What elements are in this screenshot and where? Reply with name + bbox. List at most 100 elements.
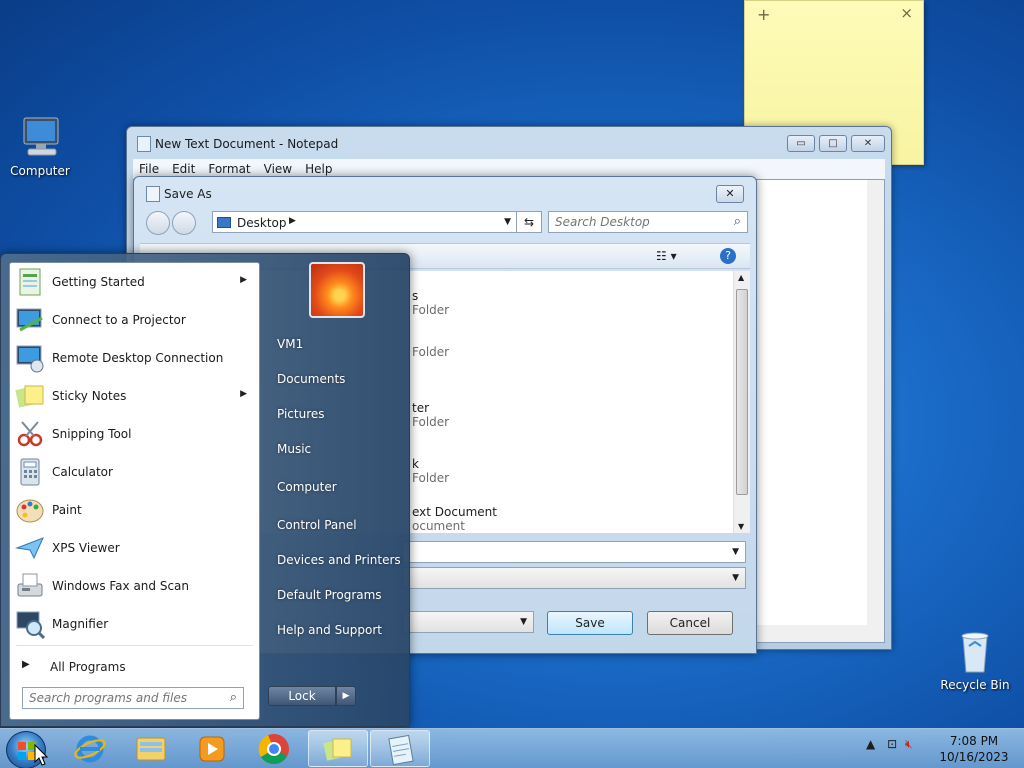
view-options-icon[interactable]: ☷ ▾	[656, 249, 677, 263]
start-search-input[interactable]	[29, 691, 219, 705]
desktop-icon-recycle-bin[interactable]: Recycle Bin	[935, 630, 1015, 692]
program-remote-desktop[interactable]: Remote Desktop Connection	[10, 340, 259, 376]
notepad-title: New Text Document - Notepad	[155, 137, 339, 151]
file-list-scrollbar[interactable]: ▲ ▼	[733, 271, 750, 533]
show-hidden-icons-button[interactable]: ▲	[866, 737, 875, 751]
clock-date: 10/16/2023	[939, 750, 1009, 764]
chrome-icon	[258, 734, 289, 765]
chevron-down-icon[interactable]: ▼	[732, 547, 739, 557]
program-magnifier[interactable]: Magnifier	[10, 606, 259, 642]
taskbar-internet-explorer[interactable]	[60, 730, 120, 767]
program-paint[interactable]: Paint	[10, 492, 259, 528]
link-documents[interactable]: Documents	[277, 372, 345, 386]
program-fax-scan[interactable]: Windows Fax and Scan	[10, 568, 259, 604]
close-button[interactable]: ✕	[851, 135, 885, 152]
search-icon[interactable]: ⌕	[734, 214, 741, 229]
notepad-titlebar[interactable]: New Text Document - Notepad ▭ □ ✕	[127, 127, 891, 159]
save-as-type-select[interactable]: ▼	[402, 567, 746, 589]
link-pictures[interactable]: Pictures	[277, 407, 325, 421]
add-note-button[interactable]: +	[757, 5, 770, 24]
network-icon[interactable]: ⊡	[887, 737, 897, 751]
link-help-support[interactable]: Help and Support	[277, 623, 382, 637]
list-item[interactable]: s Folder	[412, 289, 449, 317]
list-item[interactable]: ext Document ocument	[412, 505, 497, 533]
minimize-button[interactable]: ▭	[787, 135, 815, 152]
taskbar-sticky-notes[interactable]	[308, 730, 368, 767]
search-icon[interactable]: ⌕	[230, 690, 237, 705]
program-calculator[interactable]: Calculator	[10, 454, 259, 490]
remote-desktop-icon	[14, 342, 46, 374]
desktop-icon-label: Recycle Bin	[940, 678, 1010, 692]
taskbar-notepad[interactable]	[370, 730, 430, 767]
lock-button[interactable]: Lock	[268, 686, 336, 706]
recycle-bin-icon	[951, 630, 999, 674]
program-snipping-tool[interactable]: Snipping Tool	[10, 416, 259, 452]
list-item[interactable]: k Folder	[412, 457, 449, 485]
paint-palette-icon	[14, 494, 46, 526]
desktop-icon-label: Computer	[10, 164, 70, 178]
taskbar-file-explorer[interactable]	[121, 730, 181, 767]
forward-button[interactable]	[172, 211, 196, 235]
sticky-notes-icon	[14, 380, 46, 412]
start-search-box[interactable]: ⌕	[22, 687, 244, 709]
vertical-scrollbar[interactable]	[867, 180, 884, 625]
scrollbar-thumb[interactable]	[736, 289, 748, 495]
all-programs-button[interactable]: ▶ All Programs	[10, 651, 259, 681]
address-bar[interactable]: Desktop ▶ ▼	[212, 211, 542, 233]
taskbar-clock[interactable]: 7:08 PM 10/16/2023	[936, 733, 1012, 765]
back-button[interactable]	[146, 211, 170, 235]
menu-format[interactable]: Format	[202, 159, 257, 176]
program-xps-viewer[interactable]: XPS Viewer	[10, 530, 259, 566]
chevron-down-icon[interactable]: ▼	[504, 217, 511, 227]
search-box[interactable]: ⌕	[548, 211, 748, 233]
encoding-select[interactable]: ▼	[402, 611, 534, 633]
list-item[interactable]: Folder	[412, 345, 449, 359]
taskbar-media-player[interactable]	[182, 730, 242, 767]
menu-edit[interactable]: Edit	[166, 159, 202, 176]
menu-help[interactable]: Help	[299, 159, 339, 176]
program-getting-started[interactable]: Getting Started ▶	[10, 264, 259, 300]
save-as-close-button[interactable]: ✕	[716, 185, 744, 203]
desktop-icon-computer[interactable]: Computer	[0, 116, 80, 178]
file-name-field[interactable]: ▼	[402, 541, 746, 563]
maximize-button[interactable]: □	[819, 135, 847, 152]
save-as-title: Save As	[164, 187, 212, 201]
start-menu: Getting Started ▶ Connect to a Projector …	[0, 253, 410, 727]
close-note-button[interactable]: ×	[900, 4, 913, 22]
program-sticky-notes[interactable]: Sticky Notes ▶	[10, 378, 259, 414]
desktop-icon	[217, 217, 231, 228]
list-item[interactable]: ter Folder	[412, 401, 449, 429]
calculator-icon	[14, 456, 46, 488]
program-connect-projector[interactable]: Connect to a Projector	[10, 302, 259, 338]
shutdown-options-arrow-icon[interactable]: ▶	[336, 686, 356, 706]
breadcrumb-arrow-icon[interactable]: ▶	[289, 216, 296, 226]
user-avatar[interactable]	[309, 262, 365, 318]
submenu-arrow-icon: ▶	[240, 389, 247, 399]
refresh-icon[interactable]: ⇆	[516, 211, 542, 233]
notepad-icon	[388, 734, 414, 766]
link-computer[interactable]: Computer	[277, 480, 337, 494]
chevron-down-icon[interactable]: ▼	[732, 573, 739, 583]
address-location: Desktop	[237, 216, 287, 230]
volume-muted-icon[interactable]: 🔇︎	[905, 737, 913, 751]
link-control-panel[interactable]: Control Panel	[277, 518, 357, 532]
link-music[interactable]: Music	[277, 442, 311, 456]
chevron-down-icon[interactable]: ▼	[520, 617, 527, 627]
cancel-button[interactable]: Cancel	[647, 611, 733, 635]
submenu-arrow-icon: ▶	[240, 275, 247, 285]
fax-icon	[14, 570, 46, 602]
link-user-folder[interactable]: VM1	[277, 337, 303, 351]
taskbar: ▲ ⊡ 🔇︎ 7:08 PM 10/16/2023	[0, 728, 1024, 768]
media-player-icon	[199, 736, 225, 762]
internet-explorer-icon	[74, 735, 106, 763]
menu-view[interactable]: View	[258, 159, 299, 176]
help-icon[interactable]: ?	[720, 248, 736, 264]
computer-icon	[16, 116, 64, 160]
link-devices-printers[interactable]: Devices and Printers	[277, 553, 401, 567]
menu-file[interactable]: File	[133, 159, 166, 176]
projector-icon	[14, 304, 46, 336]
search-input[interactable]	[555, 215, 725, 229]
link-default-programs[interactable]: Default Programs	[277, 588, 382, 602]
save-button[interactable]: Save	[547, 611, 633, 635]
taskbar-chrome[interactable]	[244, 730, 304, 767]
